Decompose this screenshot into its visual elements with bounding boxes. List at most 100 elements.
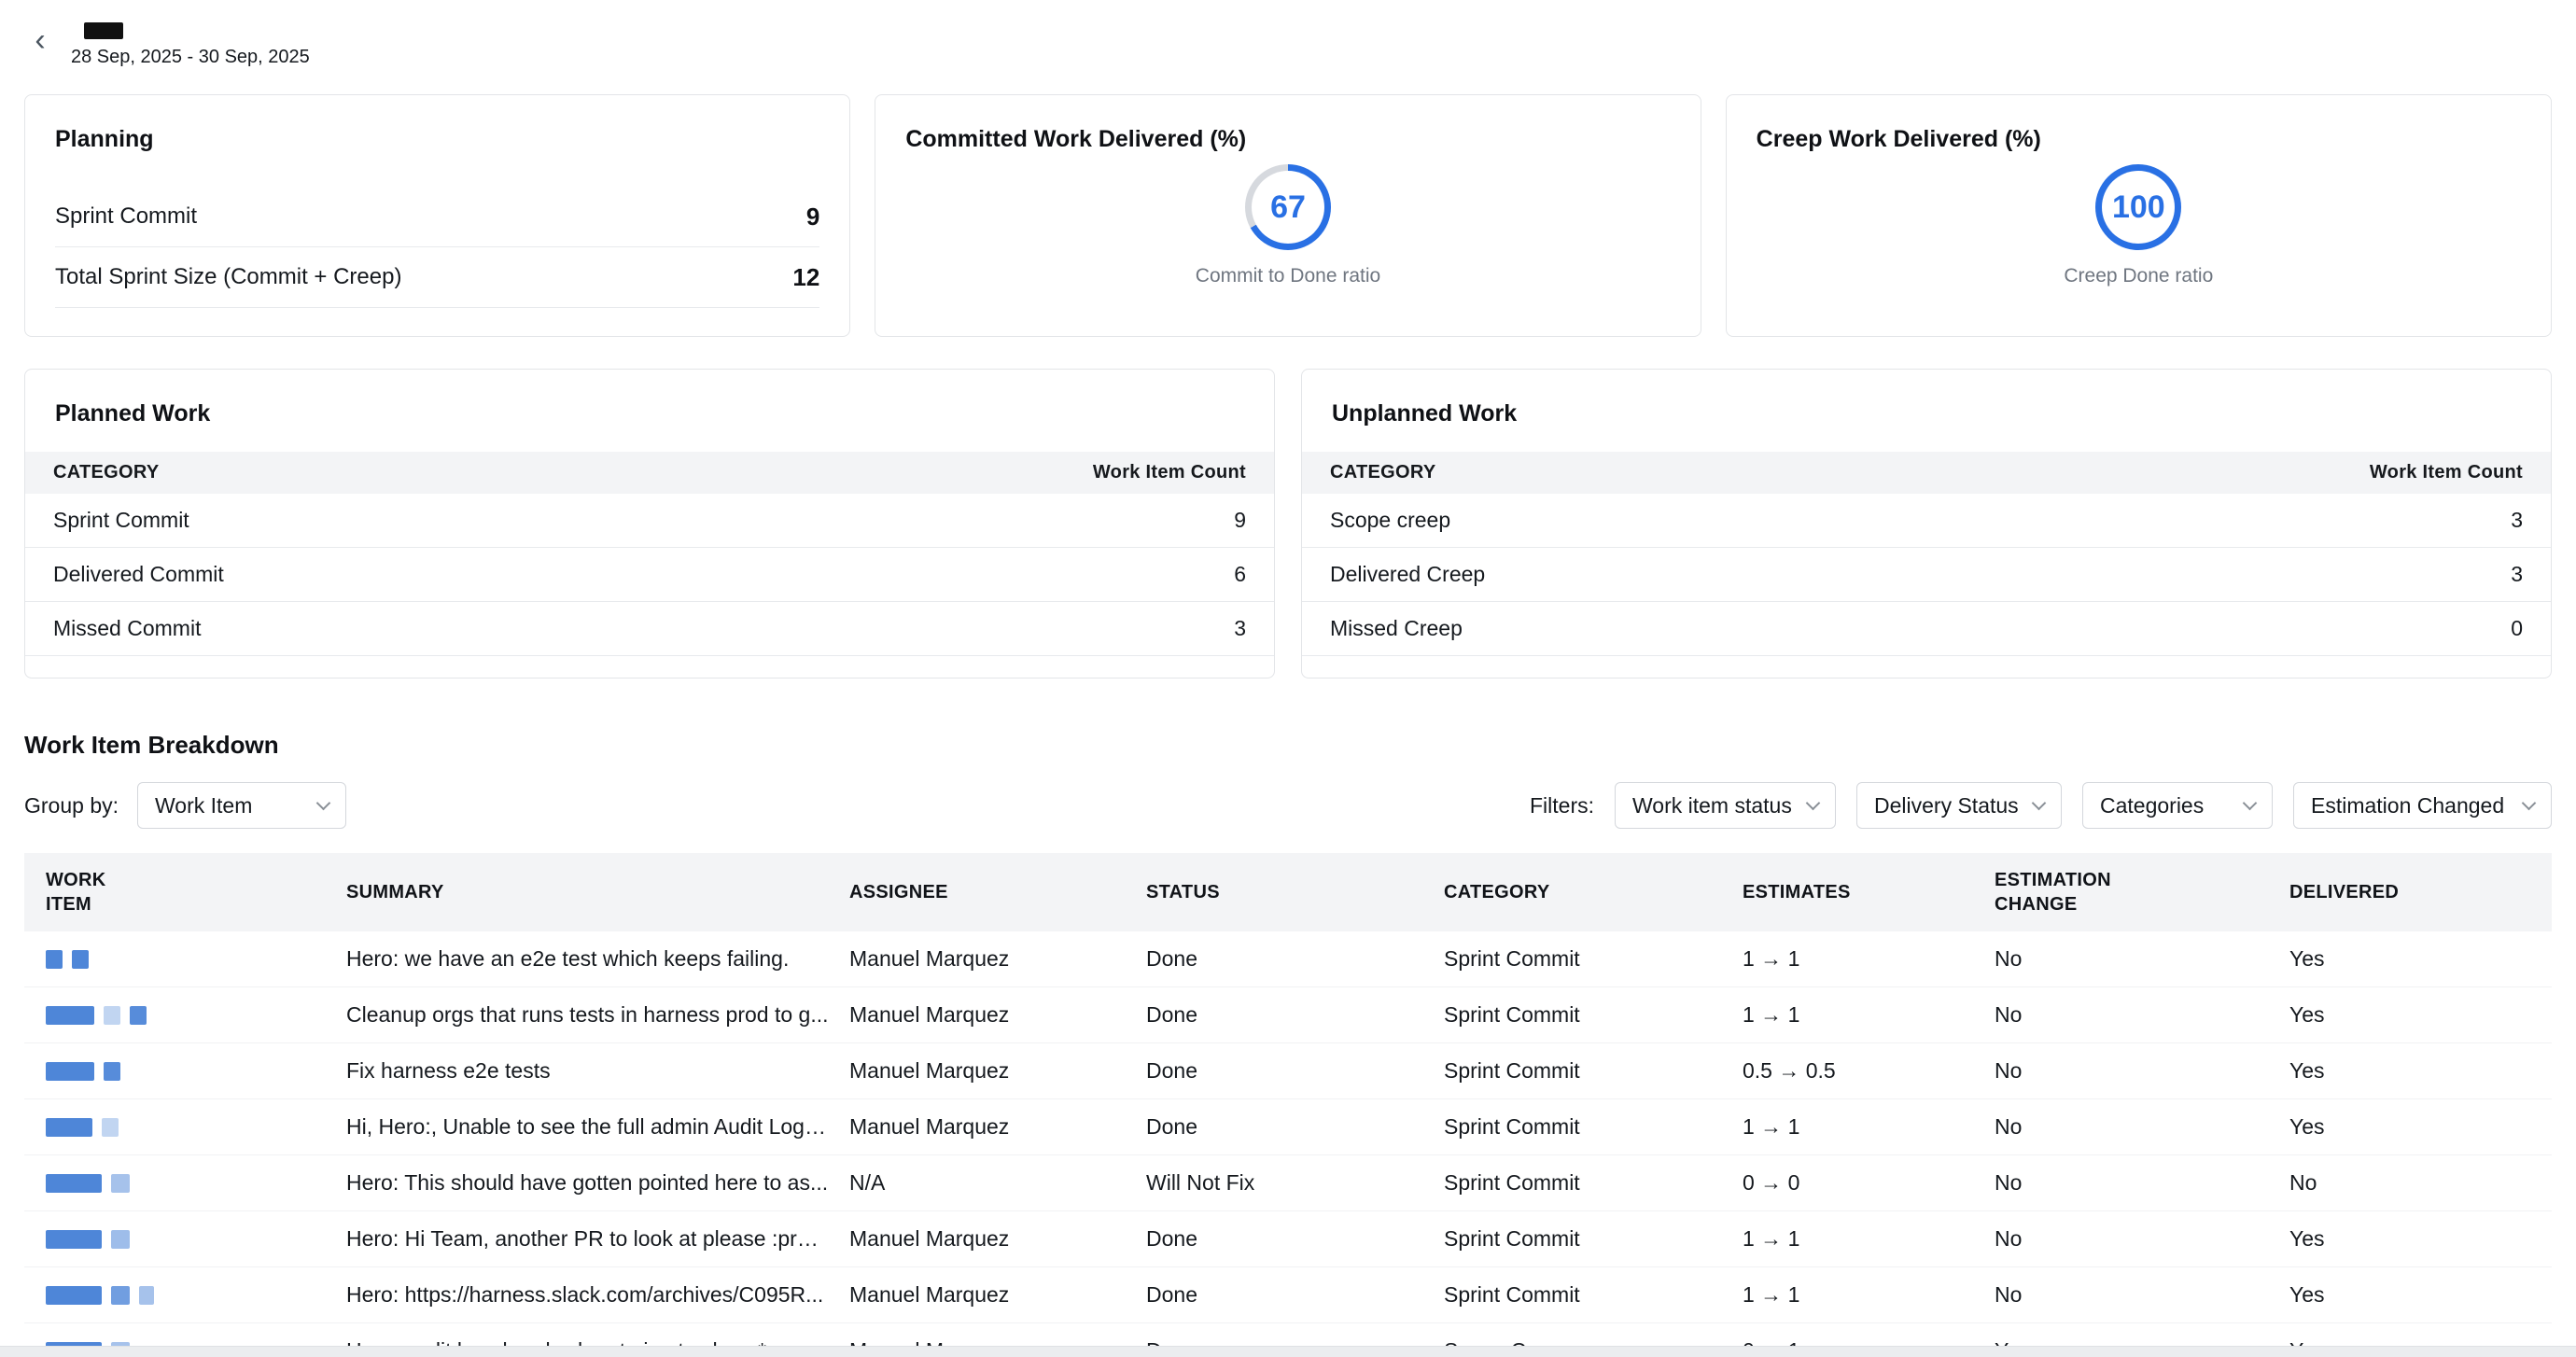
category-row: Delivered Creep 3 xyxy=(1302,548,2551,602)
date-range: 28 Sep, 2025 - 30 Sep, 2025 xyxy=(71,47,310,68)
work-item-table-header: WORK ITEM SUMMARY ASSIGNEE STATUS CATEGORY ES… xyxy=(24,853,2552,931)
summary-cell: Hero: https://harness.slack.com/archives… xyxy=(346,1282,849,1308)
estimation-change-cell: No xyxy=(1995,1282,2289,1308)
column-header-label: SUMMARY xyxy=(346,880,444,904)
category-count: 3 xyxy=(2511,562,2523,587)
filter-controls: Filters: Work item status Delivery Statu… xyxy=(1530,782,2552,829)
estimates-cell: 1 → 1 xyxy=(1743,946,1995,972)
redacted-report-title xyxy=(84,22,123,39)
status-cell: Done xyxy=(1146,1114,1444,1140)
work-item-table: WORK ITEM SUMMARY ASSIGNEE STATUS CATEGORY ES… xyxy=(24,853,2552,1357)
column-header: ASSIGNEE xyxy=(849,880,1146,904)
work-item-key-redacted xyxy=(46,1118,346,1137)
table-row[interactable]: Fix harness e2e testsManuel MarquezDoneS… xyxy=(24,1043,2552,1099)
column-header: WORK ITEM xyxy=(46,868,346,916)
column-header-label: STATUS xyxy=(1146,880,1220,904)
filter-delivery-status[interactable]: Delivery Status xyxy=(1856,782,2062,829)
category-label: Delivered Creep xyxy=(1330,562,1485,587)
delivered-cell: Yes xyxy=(2289,1226,2552,1252)
status-cell: Done xyxy=(1146,1002,1444,1028)
category-count: 0 xyxy=(2511,616,2523,641)
category-label: Scope creep xyxy=(1330,508,1450,533)
estimation-change-cell: No xyxy=(1995,1058,2289,1084)
assignee-cell: N/A xyxy=(849,1170,1146,1196)
planned-work-title: Planned Work xyxy=(55,400,1244,427)
estimates-cell: 1 → 1 xyxy=(1743,1282,1995,1308)
planned-work-rows: Sprint Commit9Delivered Commit6Missed Co… xyxy=(25,494,1274,656)
horizontal-scrollbar[interactable] xyxy=(0,1346,2576,1357)
column-header-label: ASSIGNEE xyxy=(849,880,948,904)
work-item-key-redacted xyxy=(46,1062,346,1081)
filters-label: Filters: xyxy=(1530,793,1594,818)
column-header: ESTIMATION CHANGE xyxy=(1995,868,2289,916)
planning-row-value: 9 xyxy=(806,203,819,231)
filter-estimation-changed-label: Estimation Changed xyxy=(2311,793,2504,818)
back-button[interactable]: ‹ xyxy=(24,24,56,56)
committed-gauge-caption: Commit to Done ratio xyxy=(1196,265,1380,287)
category-row: Delivered Commit6 xyxy=(25,548,1274,602)
assignee-cell: Manuel Marquez xyxy=(849,1282,1146,1308)
column-header-label: ESTIMATES xyxy=(1743,880,1851,904)
delivered-cell: No xyxy=(2289,1170,2552,1196)
table-row[interactable]: Hero: Hi Team, another PR to look at ple… xyxy=(24,1211,2552,1267)
table-row[interactable]: Hero: This should have gotten pointed he… xyxy=(24,1155,2552,1211)
committed-gauge-inner: 67 xyxy=(1252,171,1324,244)
committed-gauge-value: 67 xyxy=(1270,189,1306,226)
status-cell: Will Not Fix xyxy=(1146,1170,1444,1196)
work-item-key-redacted xyxy=(46,1286,346,1305)
category-count: 3 xyxy=(2511,508,2523,533)
count-column-header: Work Item Count xyxy=(1093,462,1246,483)
title-wrap: 28 Sep, 2025 - 30 Sep, 2025 xyxy=(71,22,310,68)
filter-categories-label: Categories xyxy=(2100,793,2204,818)
estimation-change-cell: No xyxy=(1995,1002,2289,1028)
column-header-label: CATEGORY xyxy=(1444,880,1550,904)
delivered-cell: Yes xyxy=(2289,1002,2552,1028)
creep-work-card: Creep Work Delivered (%) 100 Creep Done … xyxy=(1726,94,2552,337)
work-item-key-redacted xyxy=(46,950,346,969)
filter-categories[interactable]: Categories xyxy=(2082,782,2273,829)
work-item-table-body: Hero: we have an e2e test which keeps fa… xyxy=(24,931,2552,1357)
category-label: Sprint Commit xyxy=(53,508,189,533)
table-row[interactable]: Hi, Hero:, Unable to see the full admin … xyxy=(24,1099,2552,1155)
assignee-cell: Manuel Marquez xyxy=(849,1002,1146,1028)
estimates-cell: 0 → 0 xyxy=(1743,1170,1995,1196)
group-by-select[interactable]: Work Item xyxy=(137,782,346,829)
table-row[interactable]: Hero: we have an e2e test which keeps fa… xyxy=(24,931,2552,987)
filter-estimation-changed[interactable]: Estimation Changed xyxy=(2293,782,2552,829)
redaction-block xyxy=(111,1174,130,1193)
column-header: ESTIMATES xyxy=(1743,880,1995,904)
table-row[interactable]: Cleanup orgs that runs tests in harness … xyxy=(24,987,2552,1043)
chevron-left-icon: ‹ xyxy=(35,24,45,56)
estimates-cell: 1 → 1 xyxy=(1743,1002,1995,1028)
group-by-value: Work Item xyxy=(155,793,252,818)
creep-gauge: 100 xyxy=(2095,164,2181,250)
work-item-key-redacted xyxy=(46,1174,346,1193)
work-item-key-redacted xyxy=(46,1230,346,1249)
group-by-controls: Group by: Work Item xyxy=(24,782,346,829)
unplanned-work-card: Unplanned Work CATEGORY Work Item Count … xyxy=(1301,369,2552,678)
column-header-label: WORK ITEM xyxy=(46,868,130,916)
creep-gauge-caption: Creep Done ratio xyxy=(2064,265,2213,287)
redaction-block xyxy=(46,1118,92,1137)
unplanned-work-rows: Scope creep 3 Delivered Creep 3 Missed Creep… xyxy=(1302,494,2551,656)
category-count: 3 xyxy=(1234,616,1246,641)
category-cell: Sprint Commit xyxy=(1444,946,1743,972)
table-row[interactable]: Hero: https://harness.slack.com/archives… xyxy=(24,1267,2552,1323)
redaction-block xyxy=(111,1286,130,1305)
estimation-change-cell: No xyxy=(1995,1170,2289,1196)
category-label: Missed Creep xyxy=(1330,616,1463,641)
redaction-block xyxy=(46,1286,102,1305)
summary-cell: Hero: Hi Team, another PR to look at ple… xyxy=(346,1226,849,1252)
summary-cell: Hero: we have an e2e test which keeps fa… xyxy=(346,946,849,972)
estimates-cell: 0.5 → 0.5 xyxy=(1743,1058,1995,1084)
planning-row-value: 12 xyxy=(792,263,819,292)
assignee-cell: Manuel Marquez xyxy=(849,1114,1146,1140)
chevron-down-icon xyxy=(2032,795,2047,810)
category-label: Missed Commit xyxy=(53,616,201,641)
category-column-header: CATEGORY xyxy=(1330,462,1436,483)
committed-work-title: Committed Work Delivered (%) xyxy=(905,126,1670,153)
assignee-cell: Manuel Marquez xyxy=(849,1058,1146,1084)
planned-work-card: Planned Work CATEGORY Work Item Count Sp… xyxy=(24,369,1275,678)
filter-work-item-status[interactable]: Work item status xyxy=(1615,782,1836,829)
delivered-cell: Yes xyxy=(2289,946,2552,972)
